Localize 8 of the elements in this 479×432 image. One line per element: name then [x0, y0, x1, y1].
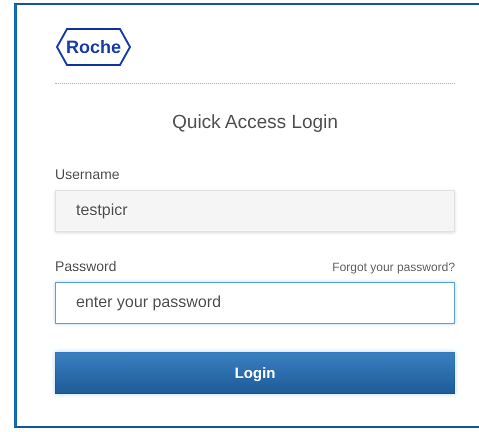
logo: Roche [55, 27, 132, 67]
field-label: Username [55, 166, 120, 182]
login-button[interactable]: Login [55, 352, 455, 394]
login-title: Quick Access Login [171, 112, 339, 134]
field-label: Password [55, 258, 116, 274]
input-field[interactable]: testpicr [55, 190, 455, 232]
forgot-password-link[interactable]: Forgot your password? [332, 260, 455, 274]
input-field[interactable]: enter your password [55, 282, 455, 324]
